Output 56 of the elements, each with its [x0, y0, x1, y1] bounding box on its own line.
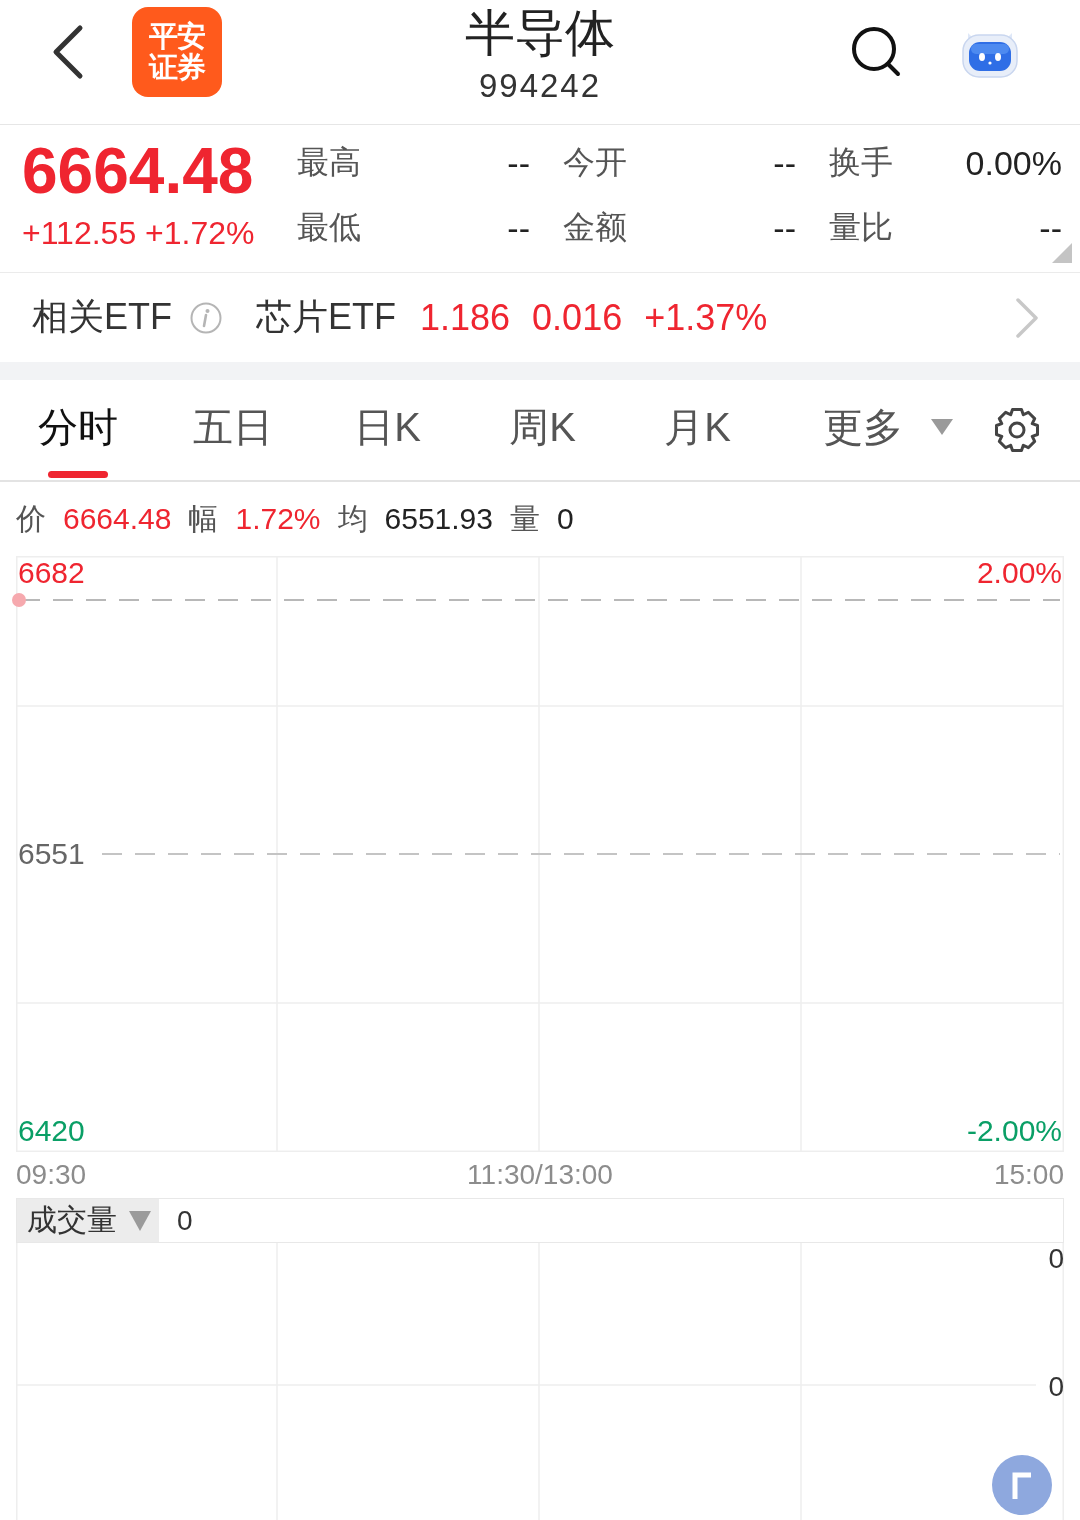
volume-axis-label: 0 — [1048, 1243, 1064, 1275]
time-axis-label: 09:30 — [16, 1159, 87, 1191]
etf-price: 1.186 — [420, 296, 511, 339]
price-dot-icon — [12, 593, 26, 607]
price-change: +112.55 +1.72% — [22, 214, 256, 253]
field-value: 6664.48 — [63, 502, 172, 536]
stat-label: 金额 — [563, 208, 627, 247]
search-icon[interactable] — [850, 26, 902, 78]
stat-value: -- — [773, 143, 796, 183]
chart-tab[interactable]: 分时 — [0, 380, 155, 480]
price-axis-label: 6551 — [18, 837, 85, 871]
stat-label: 量比 — [829, 208, 893, 247]
stat-value: -- — [773, 208, 796, 248]
field-value: 0 — [557, 502, 574, 536]
index-code: 994242 — [478, 66, 602, 106]
field-label: 幅 — [188, 500, 219, 537]
index-title: 半导体 — [465, 4, 615, 62]
percent-axis-label: -2.00% — [966, 1114, 1062, 1148]
stat-label: 最高 — [297, 143, 361, 182]
etf-change: 0.016 — [532, 296, 623, 339]
field-label: 价 — [16, 500, 46, 537]
stat-label: 换手 — [829, 143, 893, 182]
field-label: 均 — [337, 500, 368, 537]
stat-value: -- — [507, 208, 530, 248]
chart-tab[interactable]: 日K — [310, 380, 465, 480]
volume-axis-label: 0 — [1048, 1371, 1064, 1403]
chart-tab[interactable]: 周K — [465, 380, 620, 480]
more-tab[interactable]: 更多 — [775, 380, 953, 480]
stat-label: 最低 — [297, 208, 361, 247]
caret-icon — [129, 1210, 151, 1231]
etf-name: 芯片ETF — [256, 295, 396, 339]
price-axis-label: 6420 — [18, 1114, 85, 1148]
price-axis-label: 6682 — [18, 556, 85, 590]
logo-text: 平安 — [149, 21, 205, 52]
etf-label: 相关ETF — [32, 295, 172, 339]
field-value: 1.72% — [235, 502, 321, 536]
bracket-icon — [1011, 1471, 1033, 1499]
indicator-dropdown[interactable]: 成交量 — [17, 1199, 159, 1242]
settings-icon[interactable] — [994, 407, 1040, 453]
logo-text: 证券 — [149, 52, 205, 83]
index-price: 6664.48 — [22, 135, 255, 207]
time-axis-label: 15:00 — [993, 1159, 1064, 1191]
stat-value: 0.00% — [965, 143, 1062, 183]
field-value: 6551.93 — [384, 502, 493, 536]
floating-button[interactable] — [992, 1455, 1052, 1515]
stat-value: -- — [1039, 208, 1062, 248]
stat-value: -- — [507, 143, 530, 183]
time-axis-label: 11:30/13:00 — [467, 1159, 613, 1191]
caret-icon — [931, 419, 953, 435]
stat-label: 今开 — [563, 143, 627, 182]
field-label: 量 — [510, 500, 540, 537]
percent-axis-label: 2.00% — [976, 556, 1062, 590]
chart-tab[interactable]: 月K — [620, 380, 775, 480]
volume-value: 0 — [177, 1204, 193, 1237]
etf-change-percent: +1.37% — [644, 296, 768, 339]
chart-tab[interactable]: 五日 — [155, 380, 310, 480]
